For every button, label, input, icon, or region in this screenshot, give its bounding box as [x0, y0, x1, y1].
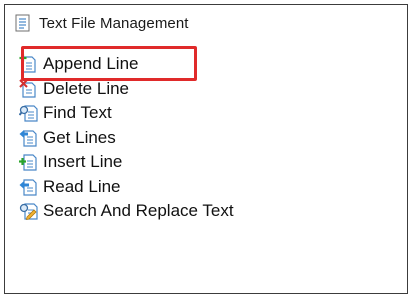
list-item-label: Insert Line	[43, 152, 123, 172]
read-line-icon	[19, 177, 39, 197]
list-item-search-and-replace-text[interactable]: Search And Replace Text	[19, 199, 339, 224]
list-item-insert-line[interactable]: Insert Line	[19, 150, 339, 175]
list-item-label: Delete Line	[43, 78, 130, 98]
list-item-label: Find Text	[43, 103, 112, 123]
file-list-icon	[13, 13, 33, 33]
list-item-append-line[interactable]: Append Line	[19, 52, 339, 77]
list-item-find-text[interactable]: Find Text	[19, 101, 339, 126]
group-header-text-file-management[interactable]: Text File Management	[13, 11, 189, 35]
delete-line-icon	[19, 79, 39, 99]
list-item-read-line[interactable]: Read Line	[19, 175, 339, 200]
insert-line-icon	[19, 152, 39, 172]
list-item-get-lines[interactable]: Get Lines	[19, 126, 339, 151]
list-item-label: Get Lines	[43, 127, 116, 147]
list-item-label: Read Line	[43, 176, 121, 196]
action-list: Append Line Delete Line Find Text Get Li…	[19, 52, 339, 224]
list-item-label: Append Line	[43, 54, 139, 74]
get-lines-icon	[19, 128, 39, 148]
list-item-label: Search And Replace Text	[43, 201, 234, 221]
list-item-delete-line[interactable]: Delete Line	[19, 77, 339, 102]
append-line-icon	[19, 54, 39, 74]
group-header-label: Text File Management	[39, 14, 189, 32]
search-replace-icon	[19, 201, 39, 221]
actions-panel: Text File Management Append Line Delete …	[4, 4, 408, 294]
find-text-icon	[19, 103, 39, 123]
